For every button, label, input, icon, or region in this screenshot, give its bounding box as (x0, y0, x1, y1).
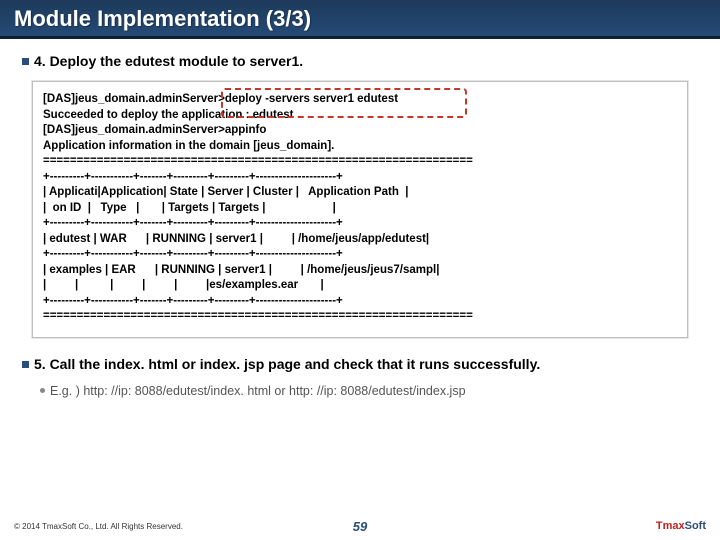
bullet-square-icon (22, 58, 29, 65)
content-area: 4. Deploy the edutest module to server1.… (0, 39, 720, 398)
step5-text: 5. Call the index. html or index. jsp pa… (34, 356, 540, 372)
slide: Module Implementation (3/3) 4. Deploy th… (0, 0, 720, 540)
step-5-sub: E.g. ) http: //ip: 8088/edutest/index. h… (40, 384, 698, 398)
copyright: © 2014 TmaxSoft Co., Ltd. All Rights Res… (14, 522, 183, 531)
console-text: [DAS]jeus_domain.adminServer>deploy -ser… (43, 93, 473, 322)
step-5-heading: 5. Call the index. html or index. jsp pa… (22, 356, 698, 372)
slide-title: Module Implementation (3/3) (14, 6, 311, 31)
step5-sub-text: E.g. ) http: //ip: 8088/edutest/index. h… (50, 384, 466, 398)
step4-text: 4. Deploy the edutest module to server1. (34, 53, 303, 69)
step-4-heading: 4. Deploy the edutest module to server1. (22, 53, 698, 69)
logo: TmaxSoft (656, 520, 706, 532)
footer: © 2014 TmaxSoft Co., Ltd. All Rights Res… (0, 520, 720, 532)
logo-soft: Soft (685, 520, 706, 532)
title-bar: Module Implementation (3/3) (0, 0, 720, 39)
logo-tmax: Tmax (656, 520, 685, 532)
bullet-square-icon (22, 361, 29, 368)
page-number: 59 (353, 519, 367, 534)
console-output: [DAS]jeus_domain.adminServer>deploy -ser… (32, 81, 688, 338)
bullet-dot-icon (40, 388, 45, 393)
